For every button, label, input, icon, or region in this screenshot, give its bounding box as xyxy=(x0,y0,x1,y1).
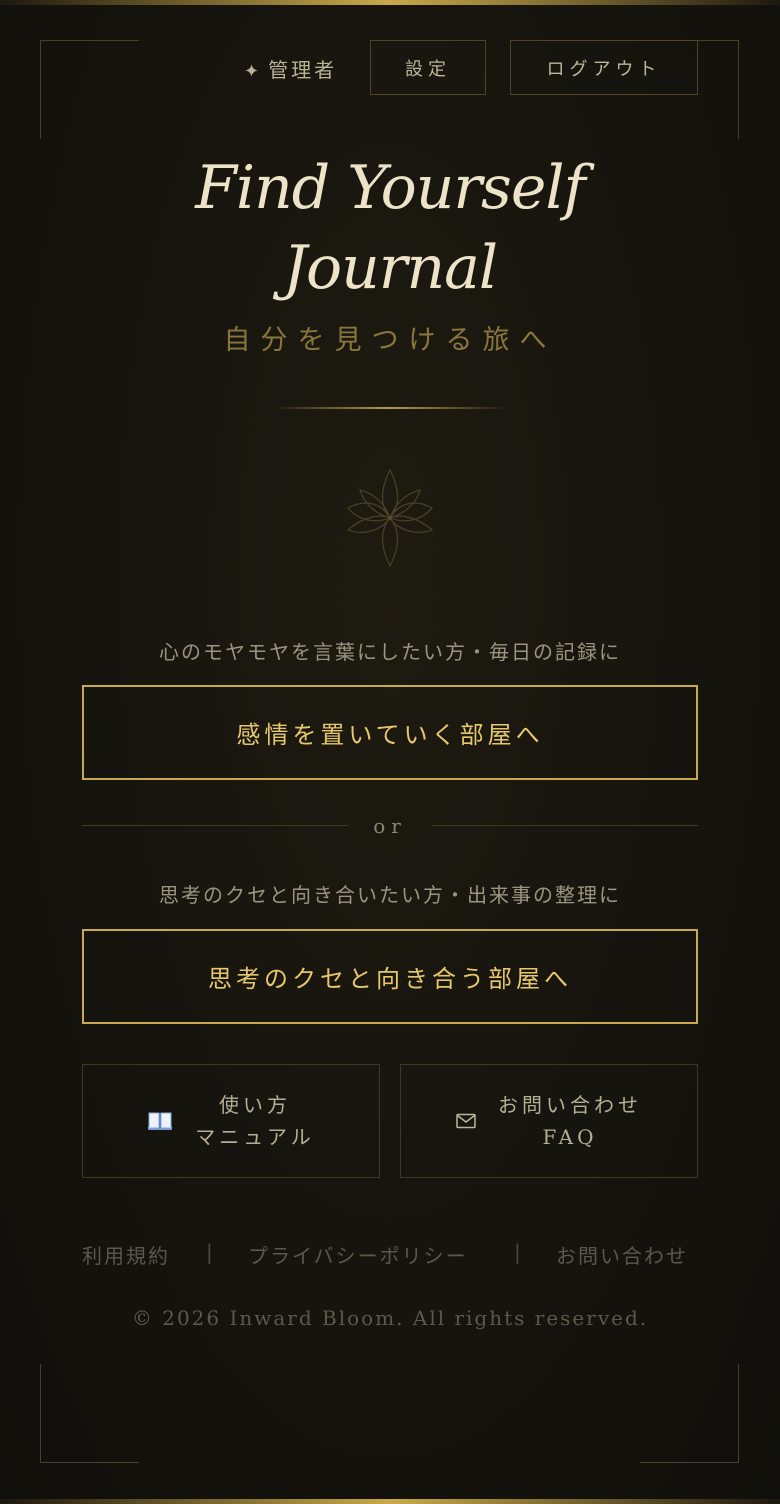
manual-button[interactable]: 使い方 マニュアル xyxy=(82,1064,380,1178)
or-label: or xyxy=(373,814,407,838)
lotus-icon xyxy=(346,468,434,568)
thinking-room-button[interactable]: 思考のクセと向き合う部屋へ xyxy=(82,929,698,1024)
or-divider: or xyxy=(82,812,698,842)
bottom-gold-line xyxy=(0,1499,780,1504)
title-line-2: Journal xyxy=(282,233,498,303)
emotion-room-button[interactable]: 感情を置いていく部屋へ xyxy=(82,685,698,780)
contact-line-1: お問い合わせ xyxy=(498,1093,642,1117)
top-navigation: ✦ 管理者 設定 ログアウト xyxy=(0,40,780,97)
admin-label[interactable]: ✦ 管理者 xyxy=(244,54,337,83)
corner-ornament-bottom-right xyxy=(640,1364,739,1463)
top-gold-line xyxy=(0,0,780,5)
footer-contact-link[interactable]: お問い合わせ xyxy=(556,1240,688,1269)
copyright: © 2026 Inward Bloom. All rights reserved… xyxy=(131,1306,649,1330)
sparkle-icon: ✦ xyxy=(244,61,263,82)
privacy-policy-link[interactable]: プライバシーポリシー xyxy=(248,1240,468,1269)
manual-line-2: マニュアル xyxy=(195,1125,315,1149)
page-title: Find Yourself Journal xyxy=(0,148,780,308)
corner-ornament-bottom-left xyxy=(40,1364,139,1463)
page-subtitle: 自分を見つける旅へ xyxy=(223,325,557,356)
title-divider xyxy=(272,407,508,409)
admin-label-text: 管理者 xyxy=(268,58,338,82)
book-icon xyxy=(148,1112,173,1130)
contact-button-label: お問い合わせ FAQ xyxy=(498,1089,642,1153)
title-line-1: Find Yourself xyxy=(195,153,585,223)
manual-line-1: 使い方 xyxy=(219,1093,291,1117)
footer-separator: | xyxy=(514,1240,523,1264)
contact-faq-button[interactable]: お問い合わせ FAQ xyxy=(400,1064,698,1178)
footer-separator: | xyxy=(206,1240,215,1264)
footer-links: 利用規約 | プライバシーポリシー | お問い合わせ xyxy=(82,1240,698,1270)
terms-link[interactable]: 利用規約 xyxy=(82,1240,170,1269)
mail-icon xyxy=(456,1113,476,1129)
manual-button-label: 使い方 マニュアル xyxy=(195,1089,314,1153)
emotion-room-prompt: 心のモヤモヤを言葉にしたい方・毎日の記録に xyxy=(159,640,621,664)
thinking-room-prompt: 思考のクセと向き合いたい方・出来事の整理に xyxy=(159,883,621,907)
settings-button[interactable]: 設定 xyxy=(370,40,486,95)
contact-line-2: FAQ xyxy=(542,1125,598,1149)
divider-line-right xyxy=(432,825,698,826)
logout-button[interactable]: ログアウト xyxy=(510,40,698,95)
